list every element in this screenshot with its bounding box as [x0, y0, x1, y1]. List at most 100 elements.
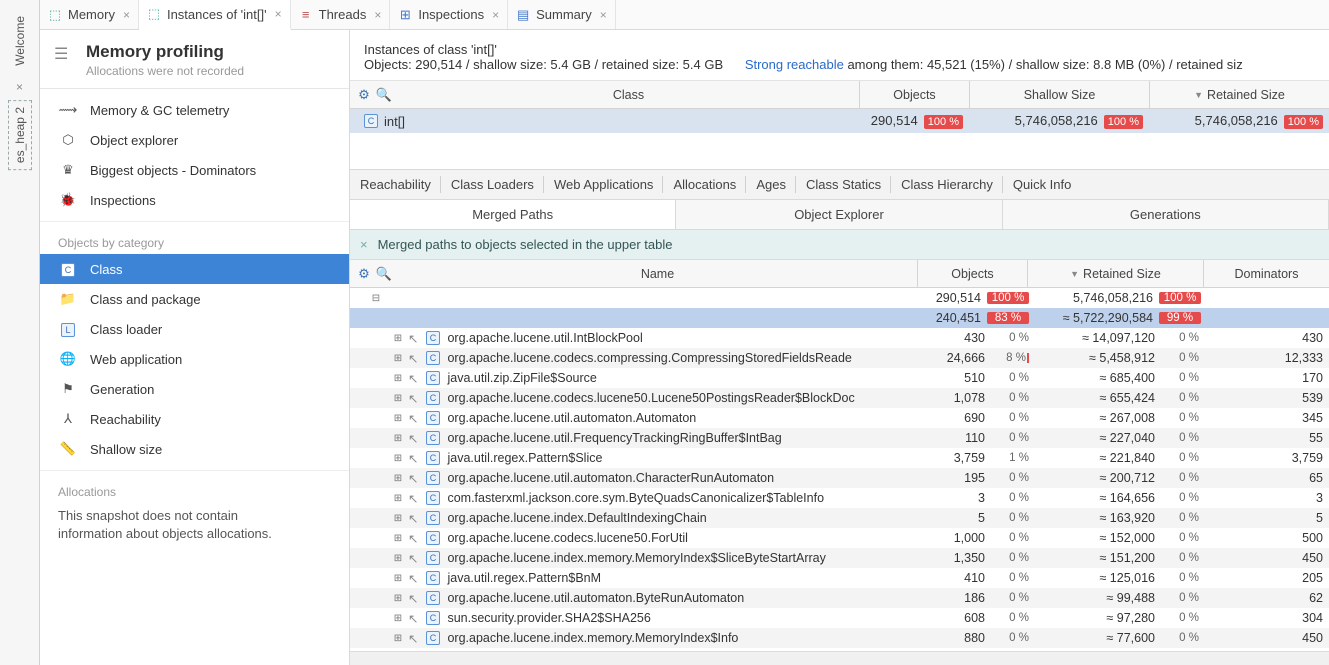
expand-icon[interactable]: ⊞ — [392, 613, 404, 624]
expand-icon[interactable]: ⊞ — [392, 413, 404, 424]
dcol-objects[interactable]: Objects — [917, 260, 1027, 287]
table-row[interactable]: ⊞↖C java.util.regex.Pattern$Slice 3,7591… — [350, 448, 1329, 468]
sidebar-item-class-and-package[interactable]: 📁Class and package — [40, 284, 349, 314]
row-name: java.util.regex.Pattern$BnM — [444, 571, 601, 585]
expand-icon[interactable]: ⊞ — [392, 593, 404, 604]
sidebar-item-shallow-size[interactable]: 📏Shallow size — [40, 434, 349, 464]
view-tab-merged-paths[interactable]: Merged Paths — [350, 200, 676, 229]
search-icon[interactable]: 🔍 — [376, 266, 392, 282]
col-retained[interactable]: ▼Retained Size — [1149, 81, 1329, 108]
sidebar-item-class-loader[interactable]: LClass loader — [40, 314, 349, 344]
table-row[interactable]: ⊟ 290,514100 % 5,746,058,216100 % — [350, 288, 1329, 308]
close-icon[interactable]: × — [600, 8, 607, 22]
expand-icon[interactable]: ⊞ — [392, 353, 404, 364]
ruler-icon: 📏 — [58, 441, 78, 457]
sidebar-item-class[interactable]: CClass — [40, 254, 349, 284]
expand-icon[interactable]: ⊞ — [392, 333, 404, 344]
sidebar-subtitle: Allocations were not recorded — [86, 64, 335, 78]
data-table-body[interactable]: ⊟ 290,514100 % 5,746,058,216100 % 240,45… — [350, 288, 1329, 651]
detail-tab-class-hierarchy[interactable]: Class Hierarchy — [891, 170, 1003, 199]
memory-icon: ⬚ — [48, 8, 62, 22]
tab-instances-of-int-[interactable]: ⬚Instances of 'int[]'× — [139, 0, 291, 30]
close-icon[interactable]: × — [492, 8, 499, 22]
expand-icon[interactable]: ⊞ — [392, 493, 404, 504]
path-arrow-icon: ↖ — [408, 611, 422, 626]
detail-tab-web-applications[interactable]: Web Applications — [544, 170, 664, 199]
class-table-header: ⚙ 🔍 Class Objects Shallow Size ▼Retained… — [350, 81, 1329, 109]
expand-icon[interactable]: ⊞ — [392, 453, 404, 464]
close-icon[interactable]: × — [123, 8, 130, 22]
table-row[interactable]: ⊞↖C org.apache.lucene.util.FrequencyTrac… — [350, 428, 1329, 448]
table-row[interactable]: 240,45183 % ≈ 5,722,290,58499 % — [350, 308, 1329, 328]
col-objects[interactable]: Objects — [859, 81, 969, 108]
table-row[interactable]: ⊞↖C java.util.zip.ZipFile$Source 5100 % … — [350, 368, 1329, 388]
table-row[interactable]: ⊞↖C org.apache.lucene.util.automaton.Cha… — [350, 468, 1329, 488]
table-row[interactable]: ⊞↖C org.apache.lucene.util.IntBlockPool … — [350, 328, 1329, 348]
L-icon: L — [58, 321, 78, 337]
instances-icon: ⬚ — [147, 7, 161, 21]
table-row[interactable]: ⊞↖C org.apache.lucene.codecs.lucene50.Fo… — [350, 528, 1329, 548]
menu-icon[interactable]: ☰ — [54, 44, 68, 64]
table-row[interactable]: ⊞↖C org.apache.lucene.index.memory.Memor… — [350, 548, 1329, 568]
sidebar-item-memory-gc-telemetry[interactable]: ⟿Memory & GC telemetry — [40, 95, 349, 125]
sidebar-item-inspections[interactable]: 🐞Inspections — [40, 185, 349, 215]
tab-inspections[interactable]: ⊞Inspections× — [390, 0, 508, 29]
expand-icon[interactable]: ⊞ — [392, 633, 404, 644]
col-class[interactable]: Class — [398, 81, 859, 108]
table-row[interactable]: ⊞↖C org.apache.lucene.codecs.compressing… — [350, 348, 1329, 368]
detail-tab-class-statics[interactable]: Class Statics — [796, 170, 891, 199]
close-icon[interactable]: × — [374, 8, 381, 22]
sidebar-item-object-explorer[interactable]: ⬡Object explorer — [40, 125, 349, 155]
dcol-dominators[interactable]: Dominators — [1203, 260, 1329, 287]
expand-icon[interactable]: ⊞ — [392, 433, 404, 444]
gear-icon[interactable]: ⚙ — [356, 266, 372, 282]
table-row[interactable]: ⊞↖C org.apache.lucene.util.automaton.Aut… — [350, 408, 1329, 428]
hint-close-icon[interactable]: × — [360, 237, 368, 252]
sidebar-item-web-application[interactable]: 🌐Web application — [40, 344, 349, 374]
expand-icon[interactable]: ⊟ — [370, 293, 382, 304]
expand-icon[interactable]: ⊞ — [392, 573, 404, 584]
detail-tab-ages[interactable]: Ages — [746, 170, 796, 199]
strong-reachable-link[interactable]: Strong reachable — [745, 57, 844, 72]
table-row[interactable]: ⊞↖C org.apache.lucene.codecs.lucene50.Lu… — [350, 388, 1329, 408]
expand-icon[interactable]: ⊞ — [392, 373, 404, 384]
table-row[interactable]: ⊞↖C org.apache.lucene.index.memory.Memor… — [350, 628, 1329, 648]
detail-tab-allocations[interactable]: Allocations — [663, 170, 746, 199]
sidebar-item-reachability[interactable]: ⅄Reachability — [40, 404, 349, 434]
dcol-name[interactable]: Name — [398, 260, 917, 287]
detail-tab-class-loaders[interactable]: Class Loaders — [441, 170, 544, 199]
expand-icon[interactable]: ⊞ — [392, 553, 404, 564]
detail-tab-reachability[interactable]: Reachability — [350, 170, 441, 199]
gear-icon[interactable]: ⚙ — [356, 87, 372, 103]
tab-threads[interactable]: ≡Threads× — [291, 0, 391, 29]
detail-tab-quick-info[interactable]: Quick Info — [1003, 170, 1082, 199]
tab-summary[interactable]: ▤Summary× — [508, 0, 616, 29]
expand-icon[interactable]: ⊞ — [392, 533, 404, 544]
horizontal-scrollbar[interactable] — [350, 651, 1329, 665]
sidebar-item-generation[interactable]: ⚑Generation — [40, 374, 349, 404]
view-tab-generations[interactable]: Generations — [1003, 200, 1329, 229]
welcome-tab[interactable]: Welcome — [9, 6, 31, 76]
table-row[interactable]: ⊞↖C com.fasterxml.jackson.core.sym.ByteQ… — [350, 488, 1329, 508]
class-row-int-array[interactable]: C int[] 290,514100 % 5,746,058,216100 % … — [350, 109, 1329, 133]
sidebar-item-biggest-objects-dominators[interactable]: ♛Biggest objects - Dominators — [40, 155, 349, 185]
expand-icon[interactable]: ⊞ — [392, 473, 404, 484]
reach-icon: ⅄ — [58, 411, 78, 427]
class-name: int[] — [384, 114, 405, 129]
close-icon[interactable]: × — [275, 7, 282, 21]
view-tab-object-explorer[interactable]: Object Explorer — [676, 200, 1002, 229]
col-shallow[interactable]: Shallow Size — [969, 81, 1149, 108]
search-icon[interactable]: 🔍 — [376, 87, 392, 103]
es-heap-close-icon[interactable]: × — [16, 80, 23, 94]
expand-icon[interactable]: ⊞ — [392, 393, 404, 404]
table-row[interactable]: ⊞↖C sun.security.provider.SHA2$SHA256 60… — [350, 608, 1329, 628]
dcol-retained[interactable]: ▼Retained Size — [1027, 260, 1203, 287]
expand-icon[interactable]: ⊞ — [392, 513, 404, 524]
tab-memory[interactable]: ⬚Memory× — [40, 0, 139, 29]
table-row[interactable]: ⊞↖C java.util.regex.Pattern$BnM 4100 % ≈… — [350, 568, 1329, 588]
table-row[interactable]: ⊞↖C org.apache.lucene.index.DefaultIndex… — [350, 508, 1329, 528]
class-icon: C — [426, 371, 440, 385]
row-name: org.apache.lucene.index.memory.MemoryInd… — [444, 631, 738, 645]
table-row[interactable]: ⊞↖C org.apache.lucene.util.automaton.Byt… — [350, 588, 1329, 608]
es-heap-tab[interactable]: es_heap 2 — [8, 100, 32, 170]
